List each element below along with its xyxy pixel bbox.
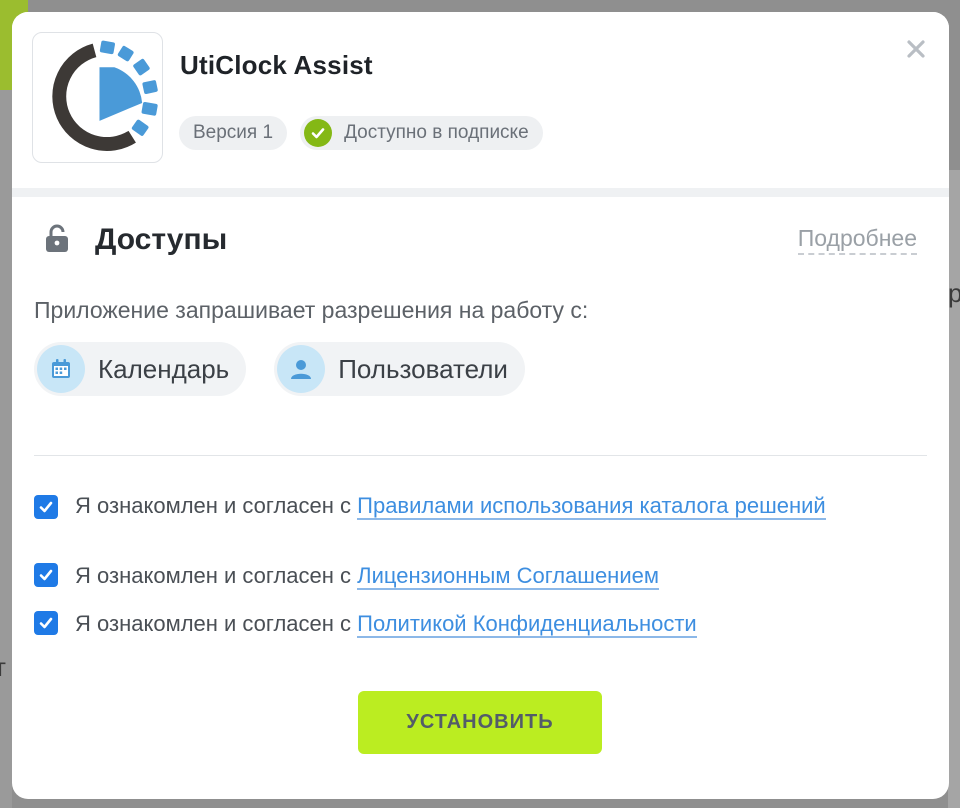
app-logo [32,32,163,163]
uticlock-logo-icon [52,40,158,151]
scope-list: Календарь Пользователи [34,342,525,396]
app-badges: Версия 1 Доступно в подписке [179,116,543,150]
modal-header: UtiClock Assist Версия 1 Доступно в подп… [12,12,949,188]
agreement-text: Я ознакомлен и согласен с Политикой Конф… [75,611,865,638]
more-link[interactable]: Подробнее [797,225,917,255]
agreement-checkbox[interactable] [34,611,58,635]
background-text-fragment: р [948,278,960,308]
access-section: Доступы Подробнее [12,197,949,279]
close-icon[interactable] [903,36,929,62]
subscription-badge: Доступно в подписке [300,116,543,150]
version-badge: Версия 1 [179,116,288,150]
scope-users: Пользователи [274,342,525,396]
scope-label: Календарь [98,353,230,384]
catalog-rules-link[interactable]: Правилами использования каталога решений [357,493,826,520]
install-modal: UtiClock Assist Версия 1 Доступно в подп… [12,12,949,799]
scope-calendar: Календарь [34,342,247,396]
check-circle-icon [304,119,333,147]
background-strip-left [0,90,12,808]
agreement-item: Я ознакомлен и согласен с Правилами испо… [34,493,865,520]
install-button[interactable]: УСТАНОВИТЬ [358,691,602,754]
subscription-label: Доступно в подписке [344,122,529,143]
access-description: Приложение запрашивает разрешения на раб… [34,297,589,323]
agreement-text: Я ознакомлен и согласен с Лицензионным С… [75,563,865,590]
agreement-text: Я ознакомлен и согласен с Правилами испо… [75,493,865,520]
agreement-prefix: Я ознакомлен и согласен с [75,563,358,588]
agreement-prefix: Я ознакомлен и согласен с [75,611,358,636]
access-title: Доступы [95,223,228,256]
lock-icon [44,223,70,258]
access-header: Доступы Подробнее [34,197,927,279]
agreement-item: Я ознакомлен и согласен с Лицензионным С… [34,563,865,590]
scope-label: Пользователи [338,353,508,384]
agreement-item: Я ознакомлен и согласен с Политикой Конф… [34,611,865,638]
user-icon [277,345,326,393]
agreement-checkbox[interactable] [34,563,58,587]
header-divider [12,188,949,197]
background-text-fragment: т [0,652,6,683]
calendar-icon [37,345,85,393]
app-title: UtiClock Assist [180,50,373,80]
agreement-checkbox[interactable] [34,495,58,519]
privacy-policy-link[interactable]: Политикой Конфиденциальности [357,611,697,638]
agreement-prefix: Я ознакомлен и согласен с [75,493,358,518]
section-divider [34,455,927,456]
background-strip-right [948,170,960,808]
license-agreement-link[interactable]: Лицензионным Соглашением [357,563,659,590]
